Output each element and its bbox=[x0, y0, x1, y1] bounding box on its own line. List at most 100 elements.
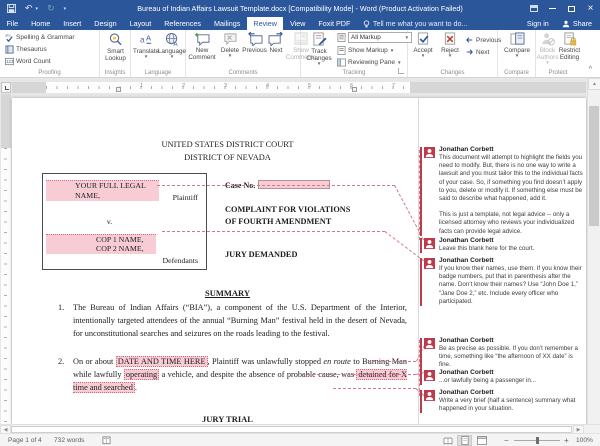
share-button[interactable]: Share bbox=[556, 17, 598, 30]
defendant-name-field-2[interactable]: COP 2 NAME, bbox=[46, 244, 156, 254]
tab-foxit-pdf[interactable]: Foxit PDF bbox=[312, 17, 357, 30]
maximize-button[interactable] bbox=[562, 0, 581, 17]
comment-text: If you know their names, use them. If yo… bbox=[439, 265, 582, 305]
horizontal-scrollbar[interactable]: ◀ ▶ bbox=[0, 424, 600, 434]
accept-dropdown-icon: ▼ bbox=[420, 53, 426, 58]
summary-item-1-text: The Bureau of Indian Affairs (“BIA”), a … bbox=[73, 303, 407, 338]
show-markup-dropdown-icon: ▼ bbox=[389, 47, 395, 53]
show-markup-icon bbox=[337, 46, 346, 55]
reviewing-pane-button[interactable]: Reviewing Pane ▼ bbox=[337, 58, 402, 67]
word-count-indicator[interactable]: 732 words bbox=[54, 434, 84, 446]
tab-file[interactable]: File bbox=[0, 17, 25, 30]
thesaurus-label: Thesaurus bbox=[16, 46, 47, 53]
document-page[interactable]: UNITED STATES DISTRICT COURT DISTRICT OF… bbox=[12, 98, 586, 424]
operating-field[interactable]: operating bbox=[123, 368, 160, 380]
comment-card[interactable]: Jonathan Corbett Be as precise as possib… bbox=[420, 337, 586, 370]
show-markup-button[interactable]: Show Markup ▼ bbox=[337, 46, 394, 55]
print-layout-button[interactable] bbox=[457, 435, 472, 446]
scroll-up-button[interactable]: ▲ bbox=[588, 78, 600, 90]
zoom-slider-handle[interactable] bbox=[536, 437, 539, 444]
tab-layout[interactable]: Layout bbox=[123, 17, 158, 30]
restrict-editing-button[interactable]: Restrict Editing bbox=[559, 32, 580, 61]
comment-card[interactable]: Jonathan Corbett This document will atte… bbox=[420, 146, 586, 236]
new-comment-button[interactable]: New Comment bbox=[187, 32, 217, 61]
indent-marker-right[interactable] bbox=[352, 87, 357, 92]
tell-me-box[interactable]: Tell me what you want to do... bbox=[357, 17, 474, 30]
comment-connector-line bbox=[157, 185, 395, 186]
tab-insert[interactable]: Insert bbox=[57, 17, 88, 30]
group-insights: Smart Lookup Insights bbox=[100, 30, 131, 77]
accept-button[interactable]: Accept ▼ bbox=[410, 32, 436, 58]
tab-references[interactable]: References bbox=[158, 17, 208, 30]
ruler-number: 5 bbox=[308, 83, 312, 89]
indent-marker-left[interactable] bbox=[116, 87, 121, 92]
delete-comment-button[interactable]: Delete ▼ bbox=[219, 32, 241, 58]
comment-text: This is just a template, not legal advic… bbox=[439, 211, 575, 235]
language-dropdown-icon: ▼ bbox=[169, 54, 175, 59]
zoom-in-button[interactable]: + bbox=[564, 434, 569, 446]
tab-stop-selector[interactable] bbox=[1, 82, 11, 93]
ribbon-display-options-button[interactable] bbox=[524, 0, 543, 17]
complaint-title: COMPLAINT FOR VIOLATIONS OF FOURTH AMEND… bbox=[225, 204, 350, 228]
tracking-dialog-launcher-icon[interactable] bbox=[398, 68, 404, 74]
read-mode-button[interactable] bbox=[440, 435, 455, 446]
tab-mailings[interactable]: Mailings bbox=[208, 17, 247, 30]
reject-button[interactable]: Reject ▼ bbox=[438, 32, 462, 58]
language-button[interactable]: A Language ▼ bbox=[158, 32, 186, 59]
sign-in-button[interactable]: Sign in bbox=[521, 17, 555, 30]
close-button[interactable]: × bbox=[581, 0, 600, 17]
read-mode-icon bbox=[443, 437, 452, 445]
zoom-level[interactable]: 100% bbox=[576, 434, 593, 446]
web-layout-button[interactable] bbox=[474, 435, 489, 446]
comment-avatar bbox=[424, 238, 435, 249]
track-changes-button[interactable]: Track Changes ▼ bbox=[304, 32, 334, 66]
share-label: Share bbox=[572, 19, 592, 28]
compare-button[interactable]: Compare ▼ bbox=[502, 32, 532, 58]
new-comment-icon bbox=[195, 32, 210, 46]
word-count-button[interactable]: 123 Word Count bbox=[5, 57, 51, 66]
collapse-ribbon-icon[interactable]: ^ bbox=[589, 66, 592, 73]
horizontal-scroll-thumb[interactable] bbox=[11, 426, 572, 433]
previous-comment-label: Previous bbox=[242, 47, 267, 54]
group-label-insights: Insights bbox=[104, 70, 126, 76]
smart-lookup-button[interactable]: Smart Lookup bbox=[102, 32, 129, 62]
item2-text: On or about bbox=[73, 357, 116, 366]
group-protect: Block Authors ▼ Restrict Editing Protect bbox=[536, 30, 580, 77]
vertical-scroll-thumb[interactable] bbox=[589, 106, 599, 226]
svg-text:a: a bbox=[139, 34, 144, 44]
translate-button[interactable]: aA Translate ▼ bbox=[133, 32, 159, 59]
next-comment-button[interactable]: Next bbox=[267, 32, 285, 54]
zoom-out-button[interactable]: − bbox=[504, 434, 509, 446]
tab-view[interactable]: View bbox=[283, 17, 311, 30]
ribbon: abc Spelling & Grammar Thesaurus 123 Wor… bbox=[0, 30, 600, 78]
comment-card[interactable]: Jonathan Corbett If you know their names… bbox=[420, 257, 586, 307]
item2-text: , Plaintiff was unlawfully stopped bbox=[207, 357, 324, 366]
markup-view-select[interactable]: All Markup ▼ bbox=[348, 32, 412, 43]
page-indicator[interactable]: Page 1 of 4 bbox=[8, 434, 42, 446]
vertical-scrollbar[interactable]: ▲ bbox=[587, 78, 600, 424]
thesaurus-button[interactable]: Thesaurus bbox=[5, 45, 47, 54]
ruler-number: 2 bbox=[182, 83, 186, 89]
track-changes-dropdown-icon: ▼ bbox=[316, 61, 322, 66]
tab-home[interactable]: Home bbox=[25, 17, 57, 30]
tab-review[interactable]: Review bbox=[246, 17, 284, 30]
comment-author: Jonathan Corbett bbox=[439, 257, 494, 264]
previous-change-button[interactable]: Previous bbox=[465, 36, 501, 44]
next-change-button[interactable]: Next bbox=[465, 48, 489, 56]
spelling-grammar-button[interactable]: abc Spelling & Grammar bbox=[5, 33, 75, 42]
previous-comment-icon bbox=[247, 32, 262, 46]
block-authors-icon bbox=[541, 33, 555, 46]
maximize-icon bbox=[568, 5, 575, 12]
minimize-button[interactable] bbox=[543, 0, 562, 17]
tab-design[interactable]: Design bbox=[88, 17, 123, 30]
comment-card[interactable]: Jonathan Corbett ...or lawfully being a … bbox=[420, 369, 586, 386]
group-compare: Compare ▼ Compare bbox=[498, 30, 536, 77]
plaintiff-name-field[interactable]: YOUR FULL LEGAL NAME, bbox=[46, 180, 159, 201]
previous-comment-button[interactable]: Previous bbox=[242, 32, 267, 54]
comment-card[interactable]: Jonathan Corbett Leave this blank here f… bbox=[420, 237, 586, 254]
comment-card[interactable]: Jonathan Corbett Write a very brief (hal… bbox=[420, 389, 586, 414]
date-time-field[interactable]: DATE AND TIME HERE bbox=[115, 356, 208, 367]
proofing-status-button[interactable] bbox=[102, 436, 111, 446]
vertical-ruler bbox=[1, 94, 11, 424]
next-change-icon bbox=[466, 49, 473, 55]
